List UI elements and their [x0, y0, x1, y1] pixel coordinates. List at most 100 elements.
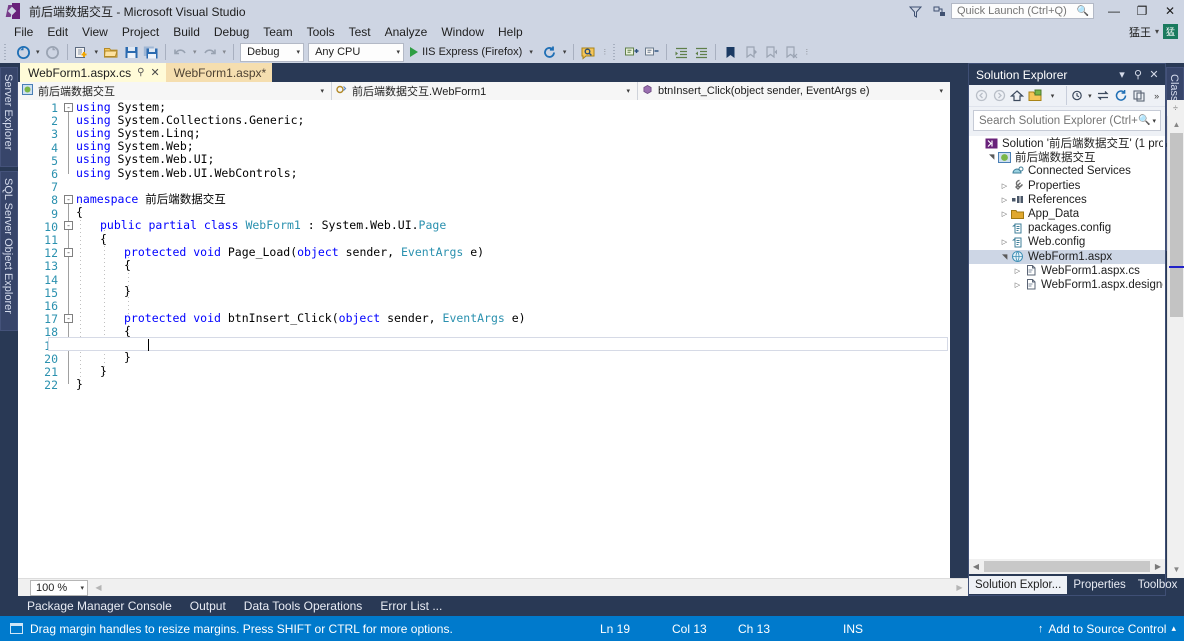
chevron-down-icon[interactable]: ▾	[80, 584, 84, 592]
menu-test[interactable]: Test	[342, 23, 378, 41]
show-all-files-caret-icon[interactable]: ▾	[1086, 86, 1094, 105]
menu-view[interactable]: View	[75, 23, 115, 41]
code-line[interactable]: }	[124, 284, 131, 298]
chevron-down-icon[interactable]: ▾	[935, 87, 947, 95]
code-line[interactable]: }	[76, 377, 83, 391]
solution-explorer-hscrollbar[interactable]: ◀ ▶	[969, 559, 1165, 574]
code-line[interactable]: {	[124, 324, 131, 338]
refresh-icon[interactable]	[1113, 86, 1130, 105]
quick-launch-box[interactable]: 🔍	[951, 3, 1094, 19]
menu-edit[interactable]: Edit	[40, 23, 75, 41]
code-line[interactable]: using System.Web.UI.WebControls;	[76, 166, 298, 180]
solution-explorer-search-box[interactable]: 🔍 ▾	[973, 110, 1161, 131]
collapse-toggle-icon[interactable]: -	[64, 102, 73, 112]
tree-node[interactable]: ▷ App_Data	[969, 207, 1165, 221]
collapse-toggle-icon[interactable]: -	[64, 313, 73, 323]
uncomment-selection-icon[interactable]	[642, 42, 662, 62]
menu-build[interactable]: Build	[166, 23, 207, 41]
scroll-up-icon[interactable]: ▲	[1168, 116, 1184, 133]
chevron-down-icon[interactable]: ▾	[622, 87, 634, 95]
tree-node[interactable]: packages.config	[969, 221, 1165, 235]
toolbar-overflow-icon[interactable]: ⋮	[598, 48, 611, 56]
tree-node[interactable]: ▷ Properties	[969, 179, 1165, 193]
code-line[interactable]: {	[76, 205, 83, 219]
signin-area[interactable]: 猛王 ▾ 猛	[1129, 22, 1180, 41]
properties-icon[interactable]	[1130, 86, 1147, 105]
tab-properties[interactable]: Properties	[1067, 576, 1131, 594]
tab-package-manager-console[interactable]: Package Manager Console	[18, 597, 181, 615]
expander-icon[interactable]: ▷	[999, 196, 1010, 204]
tree-node[interactable]: ▷ References	[969, 193, 1165, 207]
code-editor-surface[interactable]: 1- using System; 2 using System.Collections…	[18, 100, 950, 578]
collapse-toggle-icon[interactable]: -	[64, 221, 73, 231]
show-all-files-icon[interactable]	[1065, 86, 1085, 105]
minimize-button[interactable]: —	[1100, 0, 1128, 22]
toggle-bookmark-icon[interactable]	[720, 42, 740, 62]
pending-changes-icon[interactable]	[1026, 86, 1043, 105]
start-debugging-button[interactable]: IIS Express (Firefox) ▾	[406, 42, 540, 62]
scroll-left-icon[interactable]: ◀	[969, 562, 983, 571]
toolbar-grip-2[interactable]	[613, 44, 621, 60]
toolbar-overflow-icon[interactable]: »	[1148, 86, 1165, 105]
sidebar-item-server-explorer[interactable]: Server Explorer	[0, 67, 18, 167]
expander-icon[interactable]: ▷	[1012, 267, 1023, 275]
undo-caret-icon[interactable]: ▾	[190, 48, 200, 56]
next-bookmark-icon[interactable]	[760, 42, 780, 62]
solution-explorer-tree[interactable]: Solution '前后端数据交互' (1 project) ◢ 前后端数据交互Co…	[969, 136, 1165, 574]
expander-icon[interactable]: ▷	[1012, 281, 1023, 289]
pin-icon[interactable]: ⚲	[1130, 66, 1146, 84]
find-in-files-icon[interactable]	[578, 42, 598, 62]
code-line[interactable]: }	[124, 350, 131, 364]
toolbar-grip[interactable]	[4, 44, 11, 60]
expander-icon[interactable]: ◢	[988, 152, 996, 163]
quick-launch-input[interactable]	[957, 5, 1077, 17]
chevron-down-icon[interactable]: ▾	[316, 87, 328, 95]
sidebar-item-sql-server-object-explorer[interactable]: SQL Server Object Explorer	[0, 171, 18, 331]
expander-icon[interactable]: ▷	[999, 182, 1010, 190]
expander-icon[interactable]: ▷	[999, 238, 1010, 246]
increase-indent-icon[interactable]	[671, 42, 691, 62]
menu-help[interactable]: Help	[491, 23, 530, 41]
redo-caret-icon[interactable]: ▾	[220, 48, 230, 56]
solution-platform-combo[interactable]: Any CPU ▾	[308, 42, 405, 62]
tab-toolbox[interactable]: Toolbox	[1132, 576, 1184, 594]
search-caret-icon[interactable]: ▾	[1150, 117, 1158, 125]
previous-bookmark-icon[interactable]	[740, 42, 760, 62]
scrollbar-thumb[interactable]	[1170, 133, 1183, 317]
new-project-caret-icon[interactable]: ▾	[92, 48, 102, 56]
save-icon[interactable]	[121, 42, 141, 62]
menu-team[interactable]: Team	[256, 23, 299, 41]
navbar-type-combo[interactable]: 前后端数据交互.WebForm1 ▾	[332, 81, 638, 100]
chevron-down-icon[interactable]: ▾	[289, 48, 301, 56]
code-line[interactable]: public partial class WebForm1 : System.W…	[100, 218, 446, 232]
menu-file[interactable]: File	[7, 23, 40, 41]
code-line[interactable]: {	[124, 258, 131, 272]
code-line[interactable]: using System;	[76, 100, 166, 114]
collapse-toggle-icon[interactable]: -	[64, 194, 73, 204]
editor-split-handle[interactable]: ÷	[1167, 100, 1184, 116]
solution-configuration-combo[interactable]: Debug ▾	[240, 42, 305, 62]
chevron-down-icon[interactable]: ▾	[526, 48, 536, 56]
feedback-funnel-icon[interactable]	[903, 0, 927, 22]
scroll-left-icon[interactable]: ◀	[90, 579, 107, 596]
tree-node[interactable]: ▷ WebForm1.aspx.cs	[969, 264, 1165, 278]
restore-button[interactable]: ❐	[1128, 0, 1156, 22]
close-icon[interactable]: ✕	[150, 66, 159, 79]
back-icon[interactable]	[973, 86, 990, 105]
search-input[interactable]	[979, 114, 1139, 127]
menu-project[interactable]: Project	[115, 23, 166, 41]
send-feedback-icon[interactable]	[927, 0, 951, 22]
code-line[interactable]: using System.Web.UI;	[76, 152, 214, 166]
tree-node[interactable]: ◢ 前后端数据交互	[969, 150, 1165, 164]
menu-tools[interactable]: Tools	[300, 23, 342, 41]
menu-window[interactable]: Window	[434, 23, 491, 41]
collapse-toggle-icon[interactable]: -	[64, 247, 73, 257]
avatar[interactable]: 猛	[1163, 24, 1178, 39]
undo-icon[interactable]	[170, 42, 190, 62]
toolbar-overflow-icon-2[interactable]: ⋮	[800, 48, 813, 56]
save-all-icon[interactable]	[141, 42, 161, 62]
scroll-right-icon[interactable]: ▶	[1151, 562, 1165, 571]
navigate-forward-icon[interactable]	[43, 42, 63, 62]
navigate-back-caret-icon[interactable]: ▾	[33, 48, 43, 56]
code-line[interactable]: using System.Web;	[76, 139, 194, 153]
